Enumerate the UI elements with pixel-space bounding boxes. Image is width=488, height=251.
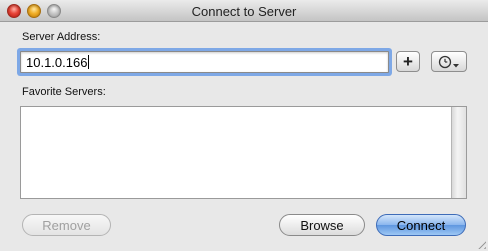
server-address-value: 10.1.0.166 xyxy=(26,55,88,70)
server-address-label: Server Address: xyxy=(22,31,101,43)
text-caret xyxy=(88,55,90,69)
server-address-input[interactable]: 10.1.0.166 xyxy=(20,51,389,73)
add-to-favorites-button[interactable]: + xyxy=(396,51,420,72)
connect-button[interactable]: Connect xyxy=(376,214,466,236)
title-bar[interactable]: Connect to Server xyxy=(0,0,488,22)
clock-icon xyxy=(438,55,459,68)
resize-grip-icon[interactable] xyxy=(475,238,486,249)
window-title: Connect to Server xyxy=(191,4,297,19)
connect-to-server-window: Connect to Server Server Address: 10.1.0… xyxy=(0,0,488,251)
favorite-servers-label: Favorite Servers: xyxy=(22,86,106,98)
add-button-label: + xyxy=(403,52,413,71)
browse-button[interactable]: Browse xyxy=(279,214,365,236)
recent-servers-button[interactable] xyxy=(431,51,467,72)
favorite-servers-list[interactable] xyxy=(20,106,467,199)
chevron-down-icon xyxy=(453,63,459,67)
favorites-scrollbar[interactable] xyxy=(451,107,466,198)
remove-button[interactable]: Remove xyxy=(22,214,111,236)
